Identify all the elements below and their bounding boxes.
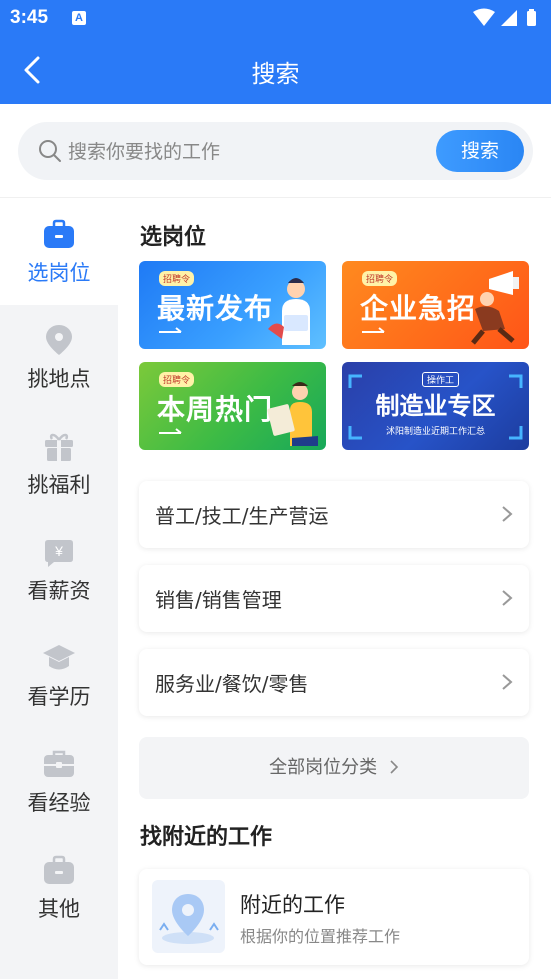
category-item[interactable]: 普工/技工/生产营运 [139, 481, 529, 548]
sidebar-item-experience[interactable]: 看经验 [0, 729, 118, 835]
graduation-cap-icon [43, 645, 75, 670]
frame-corners-decoration [348, 374, 523, 440]
svg-text:¥: ¥ [54, 543, 63, 559]
sidebar-item-other[interactable]: 其他 [0, 835, 118, 941]
title-bar: 搜索 [0, 36, 551, 104]
sidebar-item-location[interactable]: 挑地点 [0, 305, 118, 411]
gift-icon [45, 433, 73, 461]
sidebar-item-benefits[interactable]: 挑福利 [0, 411, 118, 517]
banner-tag: 招聘令 [159, 271, 195, 286]
search-button[interactable]: 搜索 [436, 130, 524, 172]
category-sidebar: 选岗位 挑地点 挑福利 ¥ 看薪资 看学历 看经验 其他 [0, 199, 118, 979]
chevron-right-icon [502, 590, 513, 606]
nearby-map-image [152, 880, 225, 953]
megaphone-person-illustration [471, 271, 519, 345]
all-categories-label: 全部岗位分类 [269, 757, 378, 778]
banner-manufacturing[interactable]: 操作工 制造业专区 沭阳制造业近期工作汇总 [342, 362, 529, 450]
banner-title: 企业急招 [360, 292, 477, 325]
category-label: 普工/技工/生产营运 [155, 504, 329, 528]
person-illustration [268, 278, 310, 345]
signal-icon [501, 10, 517, 26]
section-title-nearby: 找附近的工作 [140, 825, 273, 850]
banner-latest[interactable]: 招聘令 最新发布 [139, 261, 326, 349]
banner-tag: 招聘令 [362, 271, 398, 286]
section-title-jobs: 选岗位 [140, 225, 207, 250]
banner-urgent[interactable]: 招聘令 企业急招 [342, 261, 529, 349]
sidebar-item-label: 看学历 [27, 685, 91, 709]
search-area: 搜索你要找的工作 搜索 [0, 104, 551, 198]
sidebar-item-label: 看薪资 [27, 579, 91, 603]
arrow-icon [159, 327, 182, 333]
category-label: 服务业/餐饮/零售 [155, 672, 309, 696]
status-time: 3:45 [10, 7, 49, 28]
search-input[interactable]: 搜索你要找的工作 搜索 [18, 122, 533, 180]
yen-icon: ¥ [45, 540, 73, 567]
notification-a-icon: A [72, 11, 86, 25]
sidebar-item-label: 挑地点 [27, 367, 91, 391]
sidebar-item-label: 选岗位 [27, 261, 91, 285]
banner-title: 最新发布 [157, 292, 274, 325]
all-categories-button[interactable]: 全部岗位分类 [139, 737, 529, 799]
category-label: 销售/销售管理 [155, 588, 282, 612]
sidebar-item-jobs[interactable]: 选岗位 [0, 199, 118, 305]
nearby-title: 附近的工作 [240, 893, 345, 917]
sidebar-item-label: 其他 [38, 897, 80, 921]
reader-illustration [267, 382, 318, 446]
chevron-right-icon [502, 674, 513, 690]
sidebar-item-label: 看经验 [27, 791, 91, 815]
nearby-subtitle: 根据你的位置推荐工作 [240, 927, 401, 946]
arrow-icon [362, 327, 385, 333]
briefcase-icon [44, 219, 74, 248]
sidebar-item-label: 挑福利 [27, 473, 91, 497]
banner-tag: 招聘令 [159, 372, 195, 387]
wifi-icon [473, 8, 495, 26]
sidebar-item-salary[interactable]: ¥ 看薪资 [0, 517, 118, 623]
search-icon [39, 140, 61, 162]
status-bar: 3:45 A [0, 0, 551, 36]
nearby-jobs-card[interactable]: 附近的工作 根据你的位置推荐工作 [139, 869, 529, 965]
banner-hot-week[interactable]: 招聘令 本周热门 [139, 362, 326, 450]
page-title: 搜索 [251, 60, 300, 88]
search-placeholder: 搜索你要找的工作 [68, 141, 221, 163]
category-item[interactable]: 销售/销售管理 [139, 565, 529, 632]
category-item[interactable]: 服务业/餐饮/零售 [139, 649, 529, 716]
battery-icon [527, 11, 536, 26]
banner-title: 本周热门 [157, 393, 274, 426]
sidebar-item-education[interactable]: 看学历 [0, 623, 118, 729]
arrow-icon [159, 428, 182, 434]
location-pin-icon [46, 325, 72, 355]
chevron-right-icon [390, 760, 398, 774]
chevron-right-icon [502, 506, 513, 522]
main-content: 选岗位 招聘令 最新发布 招聘令 企业急招 招聘令 本周热门 操作工 制造业专区… [118, 199, 551, 979]
system-status-icons [473, 8, 536, 26]
toolbox-icon [44, 750, 74, 777]
bag-icon [44, 855, 74, 884]
